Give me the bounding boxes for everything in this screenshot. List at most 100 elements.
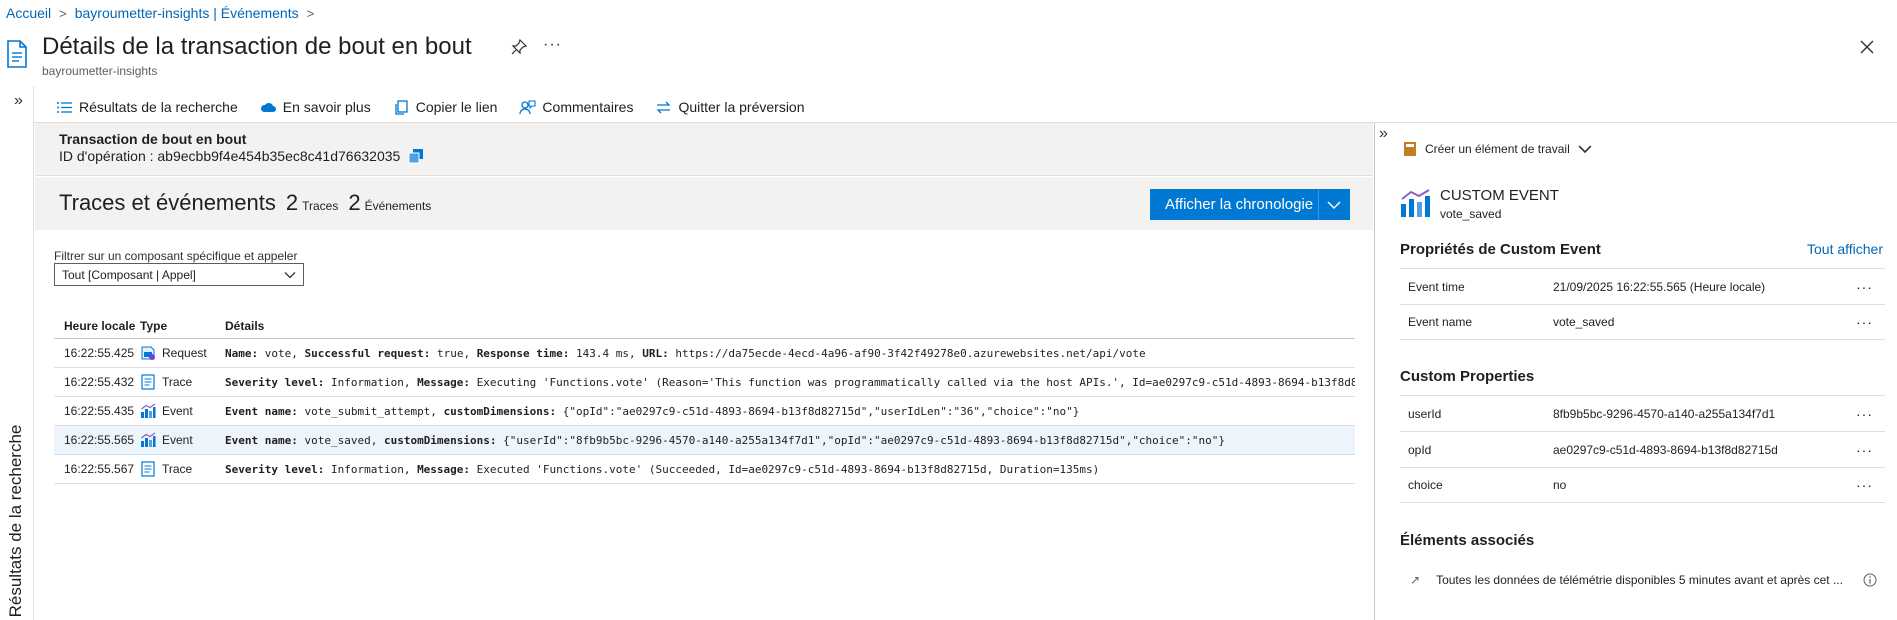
more-options-icon[interactable]: ··· xyxy=(1856,314,1873,330)
table-row[interactable]: 16:22:55.432 Trace Severity level: Informa… xyxy=(54,368,1355,397)
exit-preview-button[interactable]: Quitter la préversion xyxy=(655,99,805,116)
property-value: no xyxy=(1553,478,1567,492)
more-options-icon[interactable]: ··· xyxy=(1856,442,1873,458)
learn-more-label: En savoir plus xyxy=(282,99,371,115)
events-label: Événements xyxy=(364,199,432,213)
row-time: 16:22:55.567 xyxy=(64,462,135,476)
detail-key: Name: xyxy=(225,346,259,360)
detail-value: vote_saved, xyxy=(297,433,384,447)
expand-icon[interactable]: » xyxy=(14,92,23,110)
show-all-link[interactable]: Tout afficher xyxy=(1807,241,1883,257)
document-icon xyxy=(7,40,27,68)
event-kind-title: CUSTOM EVENT xyxy=(1440,187,1559,204)
row-type-cell: Event xyxy=(140,432,225,448)
exit-preview-label: Quitter la préversion xyxy=(678,99,805,115)
row-details: Name: vote, Successful request: true, Re… xyxy=(225,347,1355,360)
detail-key: URL: xyxy=(642,346,669,360)
row-time: 16:22:55.565 xyxy=(64,433,135,447)
detail-key: Message: xyxy=(417,462,471,476)
filter-selected-value: Tout [Composant | Appel] xyxy=(62,267,196,282)
traces-count: 2 xyxy=(285,190,299,215)
list-icon xyxy=(57,101,72,113)
row-type-cell: Event xyxy=(140,403,225,419)
search-results-button[interactable]: Résultats de la recherche xyxy=(56,99,238,116)
operation-id-row: ID d'opération : ab9ecbb9f4e454b35ec8c41… xyxy=(59,148,424,164)
transaction-title: Transaction de bout en bout xyxy=(59,131,247,147)
property-key: userId xyxy=(1408,406,1442,421)
column-header-details[interactable]: Détails xyxy=(225,319,1355,333)
transaction-header: Transaction de bout en bout ID d'opérati… xyxy=(35,123,1373,176)
event-icon xyxy=(141,403,156,418)
breadcrumb-home-link[interactable]: Accueil xyxy=(6,5,51,21)
column-header-time[interactable]: Heure locale xyxy=(54,319,140,333)
row-type: Request xyxy=(162,346,207,360)
feedback-button[interactable]: Commentaires xyxy=(519,99,633,116)
chevron-down-icon xyxy=(284,271,296,278)
copy-link-label: Copier le lien xyxy=(415,99,498,115)
detail-key: Message: xyxy=(417,375,471,389)
arrow-up-right-icon: ↗ xyxy=(1410,573,1421,587)
pin-icon[interactable] xyxy=(510,38,528,56)
property-key: Event time xyxy=(1408,279,1465,294)
property-value: 21/09/2025 16:22:55.565 (Heure locale) xyxy=(1553,279,1766,294)
more-options-icon[interactable]: ··· xyxy=(1856,279,1873,295)
detail-value: Executing 'Functions.vote' (Reason='This… xyxy=(470,375,1355,389)
copy-link-button[interactable]: Copier le lien xyxy=(393,99,498,116)
table-row[interactable]: 16:22:55.425 Request Name: vote, Successfu… xyxy=(54,339,1355,368)
detail-value: {"userId":"8fb9b5bc-9296-4570-a140-a255a… xyxy=(496,433,1226,447)
row-details: Severity level: Information, Message: Ex… xyxy=(225,463,1355,476)
collapse-icon[interactable]: » xyxy=(1379,125,1388,143)
show-timeline-button[interactable]: Afficher la chronologie xyxy=(1150,189,1350,220)
property-row: opId ae0297c9-c51d-4893-8694-b13f8d82715d… xyxy=(1400,431,1885,467)
detail-value: Executed 'Functions.vote' (Succeeded, Id… xyxy=(470,462,1100,476)
learn-more-button[interactable]: En savoir plus xyxy=(260,99,371,116)
detail-value: Information, xyxy=(324,375,418,389)
row-details: Severity level: Information, Message: Ex… xyxy=(225,376,1355,389)
create-work-item-label: Créer un élément de travail xyxy=(1425,142,1570,156)
table-row[interactable]: 16:22:55.567 Trace Severity level: Informa… xyxy=(54,455,1355,484)
more-options-icon[interactable]: ··· xyxy=(1856,406,1873,422)
copy-icon xyxy=(395,99,408,115)
property-value: vote_saved xyxy=(1553,315,1615,329)
properties-section-title: Propriétés de Custom Event xyxy=(1400,241,1601,258)
trace-icon xyxy=(141,374,155,390)
related-item-all-telemetry[interactable]: ↗ Toutes les données de télémétrie dispo… xyxy=(1400,567,1885,593)
property-value: 8fb9b5bc-9296-4570-a140-a255a134f7d1 xyxy=(1553,406,1776,421)
create-work-item-button[interactable]: Créer un élément de travail xyxy=(1403,141,1592,157)
breadcrumb-resource-link[interactable]: bayroumetter-insights | Événements xyxy=(75,5,299,21)
filter-label: Filtrer sur un composant spécifique et a… xyxy=(54,249,298,263)
property-row: Event name vote_saved ··· xyxy=(1400,304,1885,340)
detail-value: true, xyxy=(430,346,477,360)
column-header-type[interactable]: Type xyxy=(140,319,225,333)
button-divider xyxy=(1318,189,1319,220)
events-count: 2 xyxy=(348,190,361,215)
property-row: Event time 21/09/2025 16:22:55.565 (Heure… xyxy=(1400,268,1885,304)
rail-label[interactable]: Résultats de la recherche xyxy=(6,421,26,620)
trace-icon xyxy=(141,461,155,477)
more-options-icon[interactable]: ··· xyxy=(1856,477,1873,493)
copy-operation-id-icon[interactable] xyxy=(408,148,424,164)
component-filter-dropdown[interactable]: Tout [Composant | Appel] xyxy=(54,263,304,286)
traces-events-title: Traces et événements xyxy=(59,190,276,215)
row-type-cell: Trace xyxy=(140,374,225,390)
search-results-rail[interactable]: » Résultats de la recherche xyxy=(0,86,34,620)
detail-key: Successful request: xyxy=(304,346,431,360)
custom-properties-table: userId 8fb9b5bc-9296-4570-a140-a255a134f7… xyxy=(1400,395,1885,503)
table-row[interactable]: 16:22:55.435 Event Event name: vote_submit… xyxy=(54,397,1355,426)
more-options-icon[interactable]: ··· xyxy=(543,36,562,54)
row-type-cell: Trace xyxy=(140,461,225,477)
row-type: Trace xyxy=(162,375,193,389)
switch-icon xyxy=(656,101,672,113)
request-icon xyxy=(141,346,155,360)
chevron-right-icon: > xyxy=(59,5,67,21)
table-row[interactable]: 16:22:55.565 Event Event name: vote_saved,… xyxy=(54,426,1355,455)
close-icon[interactable] xyxy=(1858,38,1876,56)
info-icon[interactable] xyxy=(1863,573,1877,587)
property-key: Event name xyxy=(1408,315,1473,329)
show-timeline-label: Afficher la chronologie xyxy=(1165,196,1314,213)
traces-events-bar: Traces et événements 2 Traces 2 Événemen… xyxy=(35,177,1373,230)
property-key: choice xyxy=(1408,478,1443,492)
telemetry-grid: Heure locale Type Détails 16:22:55.425 Re… xyxy=(54,313,1355,484)
event-icon xyxy=(141,432,156,447)
search-results-label: Résultats de la recherche xyxy=(79,99,238,115)
